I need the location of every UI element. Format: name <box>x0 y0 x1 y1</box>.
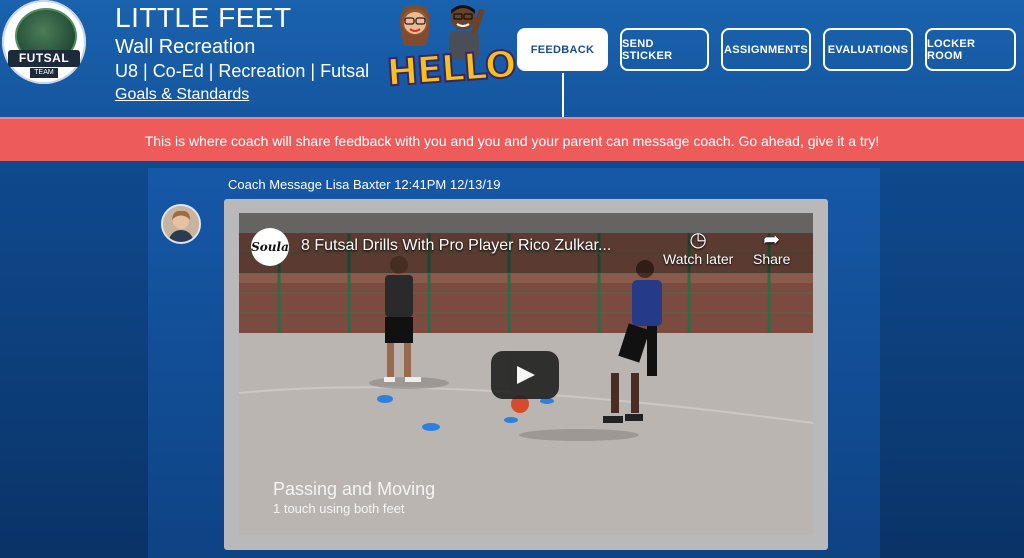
share-button[interactable]: ➦ Share <box>753 227 790 267</box>
league-name: Wall Recreation <box>115 36 256 58</box>
team-meta: U8 | Co-Ed | Recreation | Futsal <box>115 61 370 81</box>
send-sticker-button[interactable]: SEND STICKER <box>620 28 709 71</box>
logo-sub: TEAM <box>30 68 58 78</box>
evaluations-button[interactable]: EVALUATIONS <box>823 28 913 71</box>
active-tab-connector <box>562 73 564 117</box>
channel-logo[interactable]: Soula <box>251 228 289 266</box>
clock-icon: ◷ <box>689 229 707 251</box>
feedback-button[interactable]: FEEDBACK <box>517 28 608 71</box>
play-button[interactable] <box>491 351 559 399</box>
team-logo: FUTSAL TEAM <box>2 0 86 84</box>
video-caption-subtitle: 1 touch using both feet <box>273 501 405 516</box>
video-caption-title: Passing and Moving <box>273 479 436 499</box>
video-player[interactable]: Soula 8 Futsal Drills With Pro Player Ri… <box>239 213 813 535</box>
locker-room-button[interactable]: LOCKER ROOM <box>925 28 1016 71</box>
hello-text: HELLO <box>385 42 518 96</box>
watch-later-label: Watch later <box>663 251 734 267</box>
coach-avatar-icon <box>163 206 199 242</box>
assignments-button[interactable]: ASSIGNMENTS <box>721 28 811 71</box>
share-icon: ➦ <box>763 229 781 251</box>
watch-later-button[interactable]: ◷ Watch later <box>663 227 733 267</box>
share-label: Share <box>753 251 791 267</box>
message-header: Coach Message Lisa Baxter 12:41PM 12/13/… <box>228 177 501 192</box>
logo-banner: FUTSAL <box>8 50 80 67</box>
goals-standards-link[interactable]: Goals & Standards <box>115 86 249 104</box>
info-banner: This is where coach will share feedback … <box>0 117 1024 163</box>
coach-avatar <box>161 204 201 244</box>
team-name: LITTLE FEET <box>115 2 292 33</box>
hello-bitmoji-sticker: HELLO <box>385 0 518 110</box>
video-title[interactable]: 8 Futsal Drills With Pro Player Rico Zul… <box>301 237 611 255</box>
